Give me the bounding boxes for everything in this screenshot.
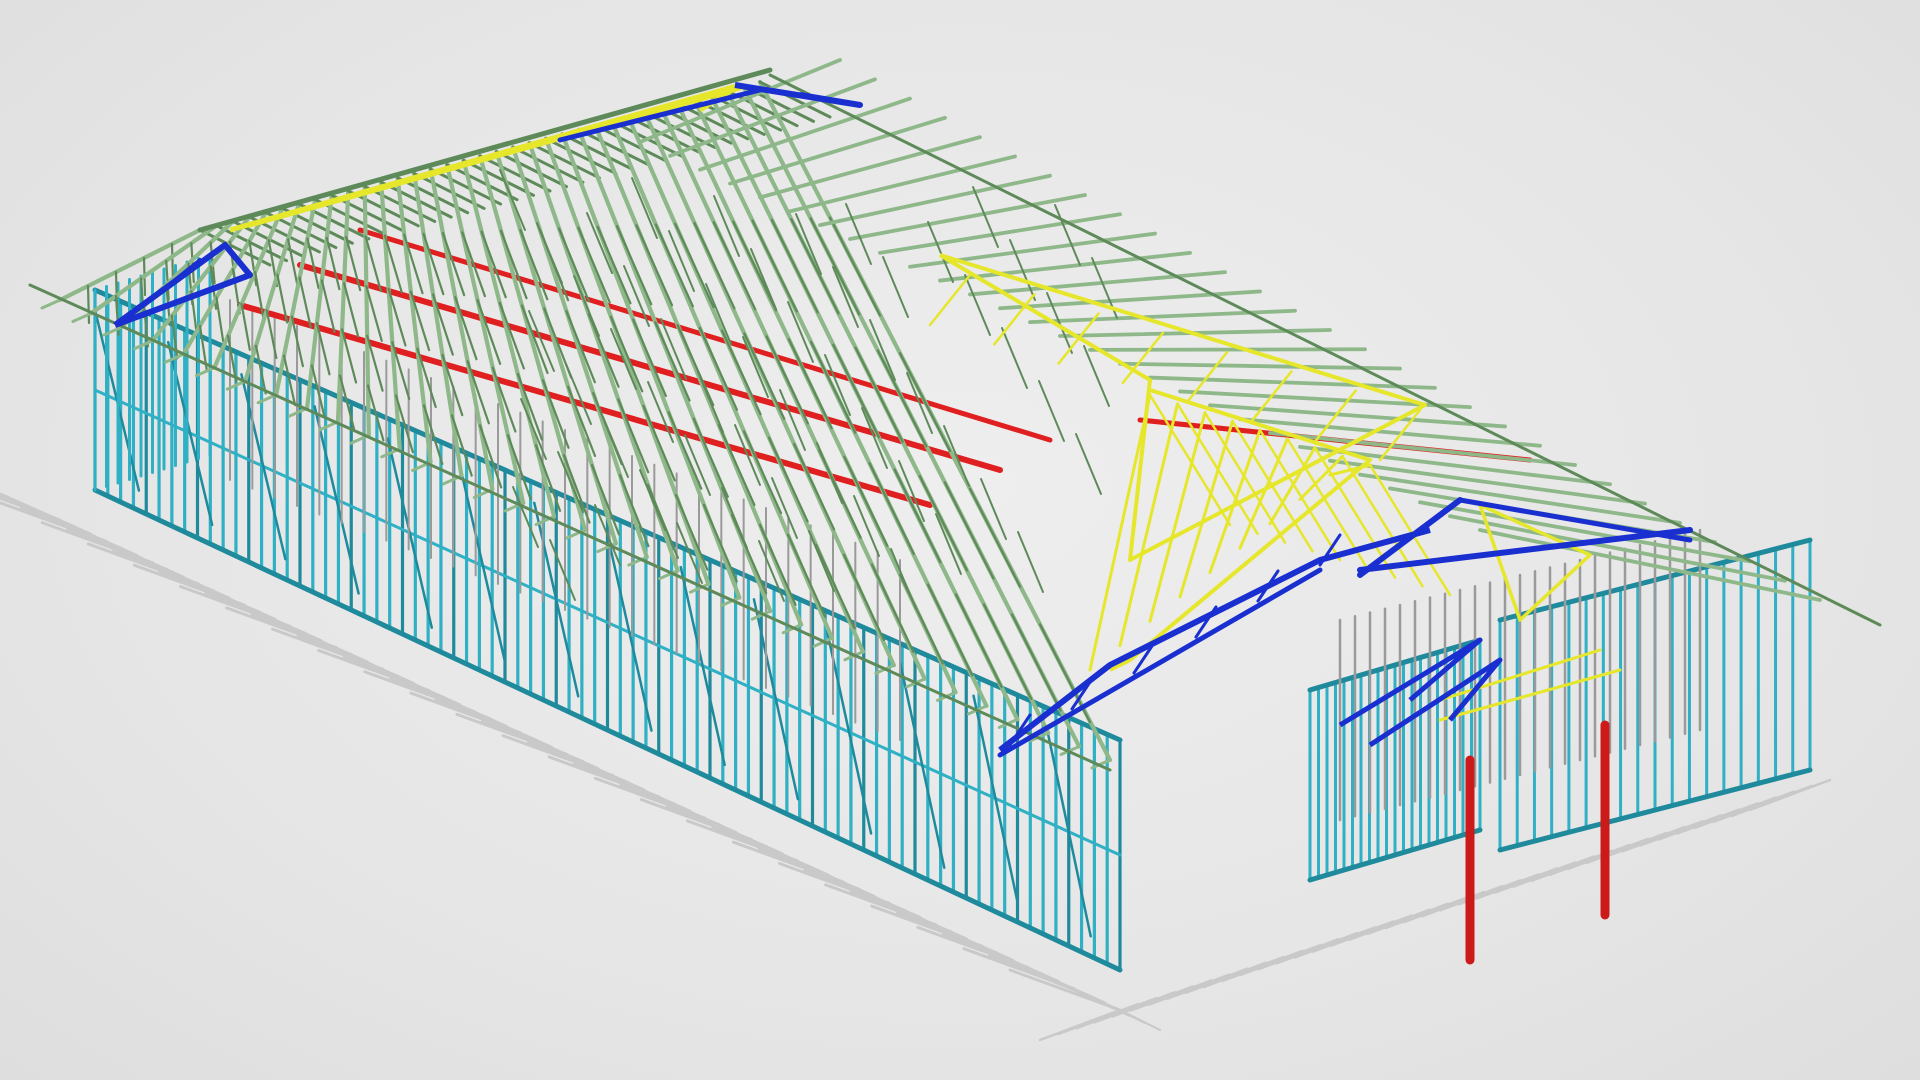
truss-web: [898, 352, 952, 453]
truss-top-chord: [878, 212, 1122, 255]
truss-web: [577, 226, 611, 304]
hip-web: [928, 273, 972, 327]
truss-web: [1017, 531, 1044, 593]
wall-brace: [679, 565, 726, 767]
shadow-stroke: [1008, 968, 1122, 1012]
hip-web: [993, 293, 1036, 346]
truss-web: [721, 329, 762, 416]
truss-web: [320, 279, 336, 333]
truss-top-chord: [788, 154, 1017, 214]
truss-web: [541, 379, 570, 449]
truss-web: [573, 275, 600, 337]
shadow-stroke: [1119, 1009, 1161, 1031]
eave-line: [768, 73, 1882, 627]
truss-web: [868, 462, 915, 556]
hip-frame: [938, 253, 1427, 562]
hip-web: [1238, 437, 1289, 550]
truss-web: [86, 284, 91, 325]
hip-web: [1208, 428, 1262, 574]
truss-web: [287, 238, 299, 289]
truss-web: [1038, 380, 1065, 442]
truss-web: [795, 213, 822, 275]
shadow-stroke: [1013, 961, 1107, 1005]
truss-web: [732, 220, 778, 312]
truss-web: [968, 487, 1022, 588]
truss-web: [1054, 204, 1081, 266]
truss-overhang: [40, 298, 62, 310]
model-viewport[interactable]: [0, 0, 1920, 1080]
truss-web: [654, 223, 694, 308]
truss-top-chord: [1358, 472, 1682, 525]
truss-web: [927, 221, 954, 283]
truss-web: [843, 455, 889, 547]
hip-web: [1148, 411, 1207, 623]
truss-web: [943, 481, 995, 580]
truss-overhang: [133, 339, 155, 351]
truss-web: [770, 218, 819, 314]
truss-web: [918, 474, 968, 572]
truss-web: [1075, 433, 1102, 495]
truss-web: [674, 222, 715, 309]
steel-frame-scene[interactable]: [0, 0, 1920, 1080]
truss-web: [882, 256, 909, 318]
truss-web: [793, 443, 836, 531]
truss-web: [808, 530, 835, 592]
truss-web: [306, 237, 320, 290]
hip-web: [1148, 393, 1232, 527]
wall-frames: [92, 253, 1813, 973]
hip-web: [1088, 393, 1152, 672]
truss-web: [824, 354, 851, 416]
truss-web: [869, 319, 896, 381]
wall-brace: [386, 437, 434, 629]
truss-web: [343, 282, 360, 338]
truss-web: [743, 332, 786, 420]
truss-web: [697, 371, 724, 433]
truss-web: [893, 468, 942, 564]
truss-web: [828, 216, 882, 317]
truss-web: [751, 219, 798, 313]
truss-web: [890, 548, 917, 610]
truss-web: [567, 385, 597, 458]
truss-web: [787, 301, 814, 363]
truss-top-chord: [848, 193, 1087, 241]
truss-web: [693, 221, 736, 310]
girder-web: [1318, 533, 1342, 567]
truss-web: [926, 583, 974, 677]
truss-web: [170, 242, 175, 283]
truss-web: [215, 296, 225, 343]
hip-web: [1438, 668, 1622, 722]
girder-chord: [997, 567, 1323, 758]
truss-web: [639, 469, 666, 531]
truss-top-chord: [362, 184, 371, 438]
truss-web: [646, 483, 679, 559]
hip-web: [1118, 402, 1179, 648]
truss-web: [1001, 327, 1028, 389]
truss-web: [790, 218, 840, 315]
truss-top-chord: [494, 149, 618, 546]
truss-web: [898, 460, 925, 522]
truss-web: [832, 266, 859, 328]
truss-top-chord: [1478, 528, 1822, 602]
truss-top-chord: [818, 173, 1052, 228]
hip-web: [1231, 420, 1314, 553]
truss-web: [240, 302, 251, 351]
truss-web: [712, 221, 757, 311]
